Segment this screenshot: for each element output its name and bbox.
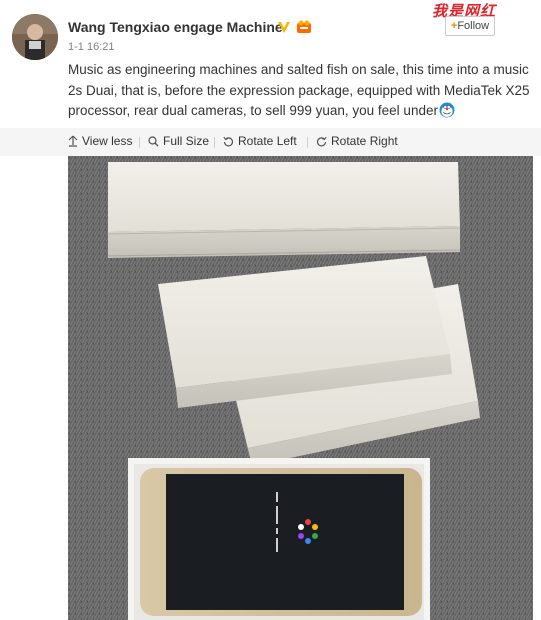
post-body: Music as engineering machines and salted… <box>68 62 530 118</box>
rotate-left-button[interactable]: Rotate Left <box>223 134 297 148</box>
post-header: Wang Tengxiao engage Machine 我是网红 +Follo… <box>0 0 541 128</box>
avatar[interactable] <box>12 14 58 60</box>
view-less-label: View less <box>82 134 133 148</box>
rotate-right-label: Rotate Right <box>331 134 398 148</box>
toolbar-divider <box>307 137 308 148</box>
rotate-left-icon <box>223 136 234 146</box>
full-size-button[interactable]: Full Size <box>148 134 209 148</box>
username[interactable]: Wang Tengxiao engage Machine <box>68 19 283 35</box>
doraemon-emoji-icon <box>439 102 455 118</box>
rotate-left-label: Rotate Left <box>238 134 297 148</box>
up-arrow-icon <box>68 135 78 147</box>
rotate-right-button[interactable]: Rotate Right <box>316 134 398 148</box>
rotate-right-icon <box>316 136 327 146</box>
toolbar-divider <box>214 137 215 148</box>
post-photo[interactable] <box>68 156 533 620</box>
verified-v-icon <box>276 19 292 35</box>
view-less-button[interactable]: View less <box>68 134 132 148</box>
image-toolbar: View less Full Size Rotate Left Rotate R… <box>0 128 541 156</box>
follow-button[interactable]: +Follow <box>445 16 495 36</box>
vip-member-icon[interactable] <box>296 19 312 35</box>
magnifier-icon <box>148 135 159 146</box>
toolbar-divider <box>139 137 140 148</box>
follow-label: Follow <box>457 20 490 32</box>
post-text: Music as engineering machines and salted… <box>68 60 534 122</box>
full-size-label: Full Size <box>163 134 210 148</box>
post-timestamp[interactable]: 1-1 16:21 <box>68 41 114 53</box>
